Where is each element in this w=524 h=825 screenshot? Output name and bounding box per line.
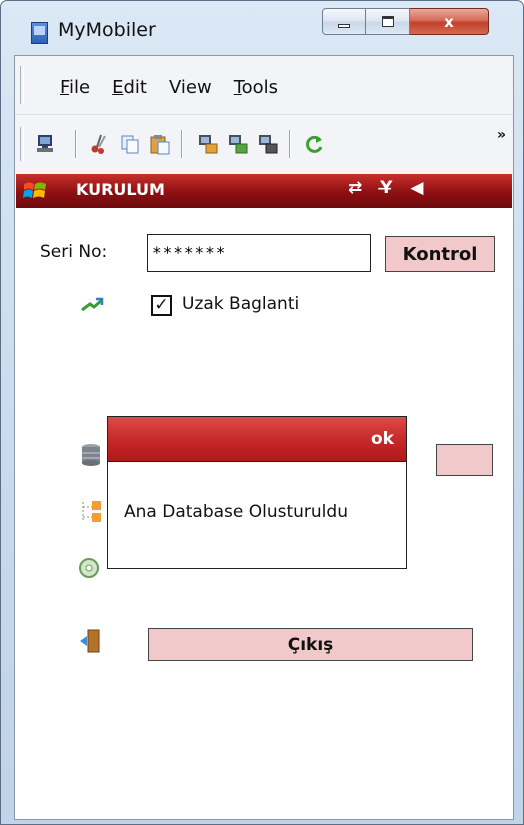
serial-label: Seri No: (40, 242, 108, 262)
windows-start-icon[interactable] (22, 178, 48, 204)
database-icon (82, 444, 100, 466)
remote-connection-checkbox[interactable]: ✓ (151, 295, 172, 316)
dialog-header: ok (108, 417, 406, 462)
maximize-button[interactable] (366, 8, 410, 35)
device-header-title: KURULUM (76, 180, 165, 199)
transfer-icon[interactable] (197, 133, 219, 155)
toolbar-separator (75, 130, 77, 158)
serial-input[interactable]: ******* (147, 234, 371, 272)
dialog-message: Ana Database Olusturuldu (124, 502, 348, 522)
status-icons[interactable]: ⇄ Y̶ ◀ (348, 178, 429, 198)
menubar-grip[interactable] (20, 66, 24, 104)
title-bar[interactable]: MyMobiler x (1, 1, 523, 55)
minimize-icon (338, 23, 350, 28)
toolbar-separator (289, 130, 291, 158)
maximize-icon (381, 16, 394, 27)
transfer-icon[interactable] (257, 133, 279, 155)
paste-icon[interactable] (149, 133, 171, 155)
device-header-bar: KURULUM ⇄ Y̶ ◀ (16, 174, 512, 208)
cut-icon[interactable] (89, 133, 111, 155)
close-button[interactable]: x (410, 8, 489, 35)
window-title: MyMobiler (58, 19, 156, 41)
menu-bar: File Edit View Tools (15, 56, 513, 114)
disc-icon (79, 558, 99, 578)
remote-connection-label: Uzak Baglanti (182, 294, 300, 314)
caption-buttons: x (322, 8, 489, 35)
toolbar-grip[interactable] (20, 127, 24, 161)
dialog-ok-button[interactable]: ok (371, 429, 394, 449)
remote-connection-icon (81, 297, 104, 312)
kontrol-button[interactable]: Kontrol (385, 236, 495, 272)
menu-view[interactable]: View (169, 77, 212, 98)
database-button[interactable] (436, 444, 493, 476)
menu-file[interactable]: File (60, 77, 90, 98)
menu-edit[interactable]: Edit (112, 77, 147, 98)
toolbar-overflow-chevron-icon[interactable]: » (497, 127, 506, 143)
menu-tools[interactable]: Tools (234, 77, 278, 98)
exit-button[interactable]: Çıkış (148, 628, 473, 661)
refresh-icon[interactable] (303, 133, 325, 155)
close-icon: x (444, 12, 454, 31)
message-dialog: ok Ana Database Olusturuldu (107, 416, 407, 569)
copy-icon[interactable] (119, 133, 141, 155)
minimize-button[interactable] (322, 8, 366, 35)
app-icon (31, 22, 48, 44)
exit-door-icon (80, 629, 100, 653)
check-icon: ✓ (154, 295, 169, 315)
menu-items: File Edit View Tools (60, 77, 300, 98)
device-screen: KURULUM ⇄ Y̶ ◀ Seri No: ******* Kontrol … (16, 174, 512, 819)
toolbar-separator (181, 130, 183, 158)
toolbar: » (15, 114, 513, 175)
client-area: File Edit View Tools » KURULUM ⇄ Y̶ ◀ Se… (14, 55, 514, 820)
device-icon[interactable] (34, 133, 56, 155)
transfer-icon[interactable] (227, 133, 249, 155)
tree-structure-icon (82, 501, 101, 522)
